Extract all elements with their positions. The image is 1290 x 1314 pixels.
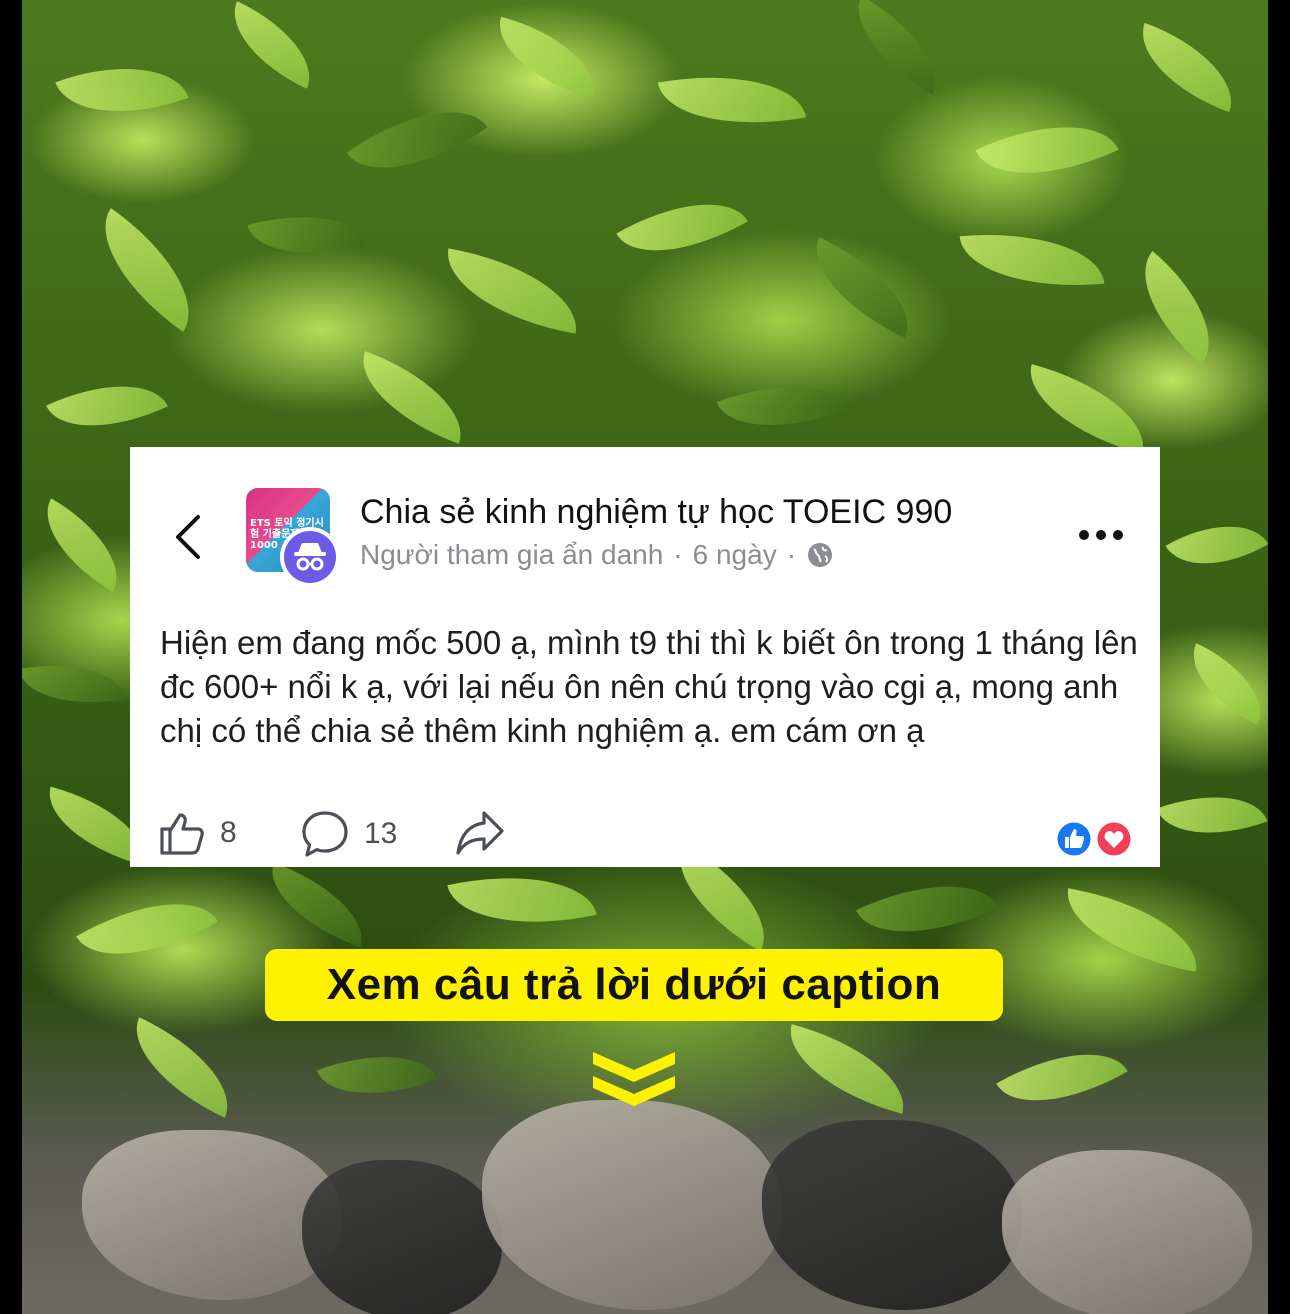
back-chevron-icon[interactable] <box>170 511 206 563</box>
globe-icon <box>808 543 833 567</box>
comment-icon <box>302 811 348 857</box>
double-chevron-down-icon <box>593 1052 675 1106</box>
action-bar: 8 13 <box>158 809 1138 865</box>
meta-separator: · <box>786 539 797 570</box>
post-time[interactable]: 6 ngày <box>693 539 777 571</box>
like-icon <box>160 813 204 855</box>
share-icon <box>456 811 504 855</box>
share-button[interactable] <box>454 809 506 857</box>
like-count: 8 <box>220 816 237 849</box>
group-name[interactable]: Chia sẻ kinh nghiệm tự học TOEIC 990 <box>360 493 952 532</box>
comment-button[interactable]: 13 <box>300 809 397 859</box>
post-meta: Người tham gia ẩn danh · 6 ngày · <box>360 539 834 571</box>
like-reaction-icon <box>1054 819 1094 859</box>
post-body: Hiện em đang mốc 500 ạ, mình t9 thi thì … <box>160 624 1138 749</box>
comment-count: 13 <box>364 817 398 850</box>
cta-label: Xem câu trả lời dưới caption <box>326 960 942 1009</box>
love-reaction-icon <box>1094 819 1134 859</box>
anonymous-avatar <box>280 527 340 587</box>
more-dots-icon[interactable] <box>1076 523 1126 547</box>
author-name: Người tham gia ẩn danh <box>360 539 664 570</box>
incognito-icon <box>294 543 326 571</box>
cta-banner: Xem câu trả lời dưới caption <box>265 949 1003 1021</box>
meta-separator: · <box>673 539 683 570</box>
post-card: ETS 토익 정기시험 기출문제집 5 1000 Chia sẻ kinh ng… <box>130 447 1160 867</box>
reaction-icons[interactable] <box>1054 819 1134 859</box>
like-button[interactable]: 8 <box>158 809 237 857</box>
